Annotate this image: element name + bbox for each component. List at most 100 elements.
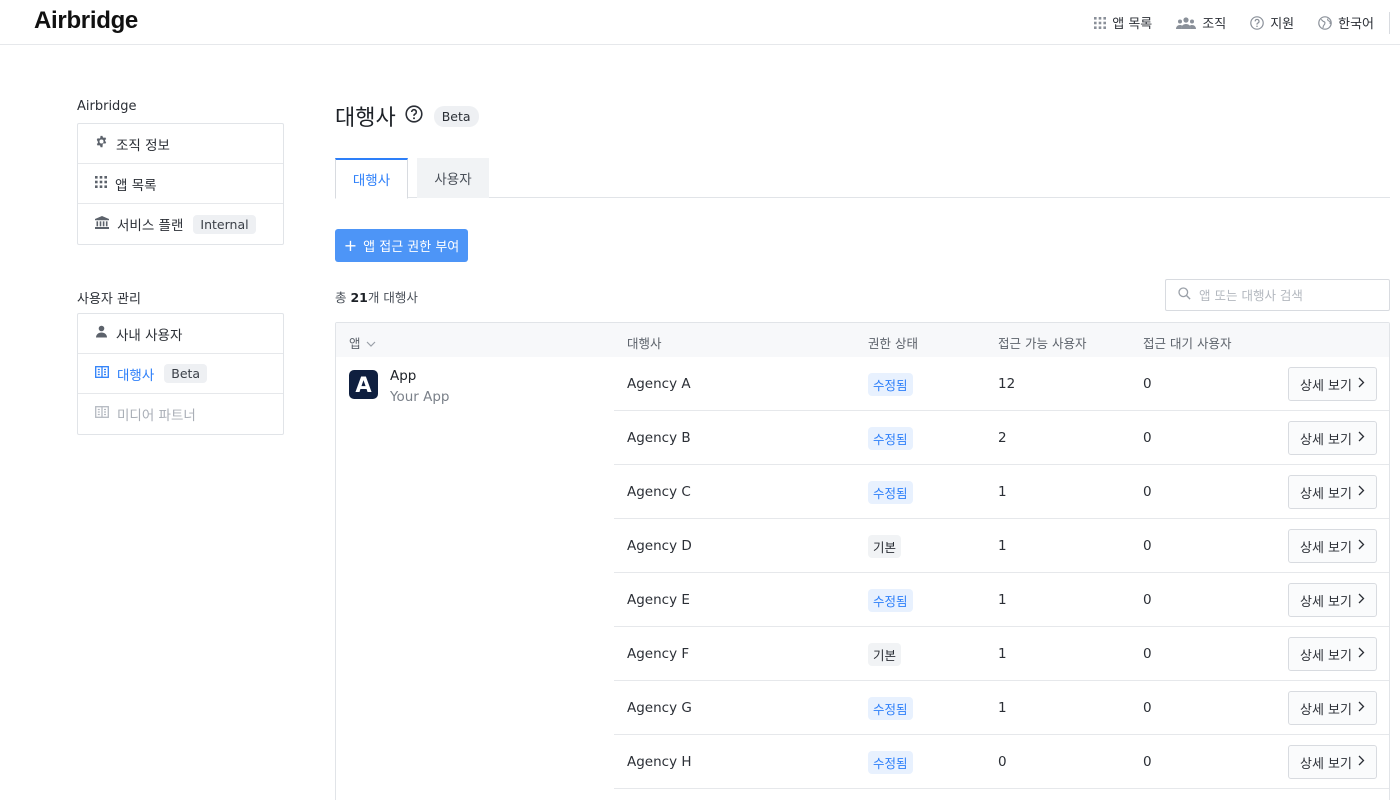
view-details-label: 상세 보기	[1300, 594, 1352, 610]
building-icon	[95, 406, 109, 422]
permission-status-badge: 수정됨	[868, 373, 913, 396]
sidebar-item-label: 앱 목록	[115, 177, 157, 194]
chevron-right-icon	[1358, 485, 1365, 500]
table-row: Agency G 수정됨 1 0 상세 보기	[614, 681, 1389, 735]
airbridge-logo[interactable]: Airbridge	[34, 7, 138, 35]
accessible-users-count: 1	[998, 484, 1007, 500]
view-details-label: 상세 보기	[1300, 648, 1352, 664]
view-details-label: 상세 보기	[1300, 756, 1352, 772]
column-permission-status: 권한 상태	[868, 336, 918, 351]
table-row: Agency C 수정됨 1 0 상세 보기	[614, 465, 1389, 519]
nav-language[interactable]: 한국어	[1318, 13, 1374, 32]
sidebar-item-label: 조직 정보	[116, 137, 170, 154]
sidebar-item-label: 미디어 파트너	[117, 408, 196, 424]
chevron-right-icon	[1358, 431, 1365, 446]
bank-icon	[95, 215, 109, 233]
view-details-button[interactable]: 상세 보기	[1288, 529, 1377, 563]
search-input[interactable]	[1199, 287, 1379, 303]
app-name: App	[390, 368, 417, 384]
view-details-label: 상세 보기	[1300, 432, 1352, 448]
pending-users-count: 0	[1143, 376, 1152, 392]
pending-users-count: 0	[1143, 430, 1152, 446]
pending-users-count: 0	[1143, 700, 1152, 716]
nav-support-label: 지원	[1270, 17, 1295, 32]
grant-button-label: 앱 접근 권한 부여	[363, 240, 460, 255]
table-row: Agency F 기본 1 0 상세 보기	[614, 627, 1389, 681]
nav-language-label: 한국어	[1338, 17, 1374, 32]
agency-table: 앱 대행사 권한 상태 접근 가능 사용자 접근 대기 사용자 A App Yo…	[335, 322, 1390, 800]
sidebar-item-agencies[interactable]: 대행사 Beta	[78, 354, 283, 394]
nav-app-list[interactable]: 앱 목록	[1094, 13, 1152, 32]
column-app[interactable]: 앱	[349, 333, 376, 352]
grant-app-access-button[interactable]: + 앱 접근 권한 부여	[335, 229, 468, 262]
agency-name: Agency E	[627, 592, 690, 608]
sidebar-item-service-plan[interactable]: 서비스 플랜 Internal	[78, 204, 283, 244]
view-details-button[interactable]: 상세 보기	[1288, 637, 1377, 671]
agency-name: Agency A	[627, 376, 691, 392]
view-details-button[interactable]: 상세 보기	[1288, 691, 1377, 725]
view-details-button[interactable]: 상세 보기	[1288, 367, 1377, 401]
sidebar-item-media-partners[interactable]: 미디어 파트너	[78, 394, 283, 434]
help-circle-icon[interactable]	[405, 105, 423, 127]
page-header: 대행사 Beta	[335, 100, 479, 132]
sidebar-item-label: 사내 사용자	[116, 327, 183, 344]
top-bar: Airbridge 앱 목록 조직 지원 한국어	[0, 0, 1400, 45]
table-header: 앱 대행사 권한 상태 접근 가능 사용자 접근 대기 사용자	[336, 323, 1389, 357]
nav-organization-label: 조직	[1202, 17, 1227, 32]
column-accessible-users: 접근 가능 사용자	[998, 336, 1087, 351]
view-details-button[interactable]: 상세 보기	[1288, 475, 1377, 509]
view-details-label: 상세 보기	[1300, 702, 1352, 718]
chevron-right-icon	[1358, 593, 1365, 608]
person-icon	[95, 325, 108, 342]
agency-name: Agency F	[627, 646, 690, 662]
accessible-users-count: 2	[998, 430, 1007, 446]
pending-users-count: 0	[1143, 592, 1152, 608]
app-subtitle: Your App	[390, 389, 450, 405]
total-agency-count: 총 21개 대행사	[335, 287, 418, 306]
page-title: 대행사	[335, 106, 396, 131]
globe-icon	[1318, 15, 1332, 30]
user-section-heading: 사용자 관리	[77, 292, 141, 307]
view-details-button[interactable]: 상세 보기	[1288, 745, 1377, 779]
table-row: Agency H 수정됨 0 0 상세 보기	[614, 735, 1389, 789]
view-details-button[interactable]: 상세 보기	[1288, 583, 1377, 617]
accessible-users-count: 0	[998, 754, 1007, 770]
total-prefix: 총	[335, 290, 351, 305]
tab-users[interactable]: 사용자	[417, 158, 489, 198]
title-beta-badge: Beta	[433, 105, 479, 127]
sidebar-item-org-info[interactable]: 조직 정보	[78, 124, 283, 164]
search-icon	[1178, 286, 1191, 304]
chevron-right-icon	[1358, 755, 1365, 770]
nav-support[interactable]: 지원	[1250, 13, 1294, 32]
total-suffix: 개 대행사	[367, 290, 418, 305]
nav-organization[interactable]: 조직	[1176, 13, 1226, 32]
chevron-down-icon	[366, 335, 376, 350]
org-menu: 조직 정보 앱 목록 서비스 플랜 Internal	[77, 123, 284, 245]
search-box[interactable]	[1165, 279, 1390, 311]
gear-icon	[95, 135, 108, 152]
permission-status-badge: 수정됨	[868, 427, 913, 450]
chevron-right-icon	[1358, 647, 1365, 662]
plus-icon: +	[343, 235, 358, 255]
sidebar-item-app-list[interactable]: 앱 목록	[78, 164, 283, 204]
sidebar-item-internal-users[interactable]: 사내 사용자	[78, 314, 283, 354]
building-icon	[95, 365, 109, 382]
accessible-users-count: 1	[998, 646, 1007, 662]
internal-badge: Internal	[193, 214, 256, 234]
grid-icon	[1094, 16, 1107, 29]
table-row: Agency A 수정됨 12 0 상세 보기	[614, 357, 1389, 411]
view-details-label: 상세 보기	[1300, 540, 1352, 556]
tab-agencies[interactable]: 대행사	[335, 158, 408, 199]
column-pending-users: 접근 대기 사용자	[1143, 336, 1232, 351]
chevron-right-icon	[1358, 701, 1365, 716]
column-label: 앱	[349, 336, 361, 351]
permission-status-badge: 기본	[868, 643, 902, 666]
app-cell: A App Your App	[349, 368, 449, 405]
view-details-button[interactable]: 상세 보기	[1288, 421, 1377, 455]
agency-name: Agency D	[627, 538, 692, 554]
tab-bar: 대행사 사용자	[335, 158, 1390, 199]
table-row: Agency B 수정됨 2 0 상세 보기	[614, 411, 1389, 465]
permission-status-badge: 수정됨	[868, 751, 913, 774]
chevron-right-icon	[1358, 539, 1365, 554]
app-icon: A	[349, 370, 378, 399]
